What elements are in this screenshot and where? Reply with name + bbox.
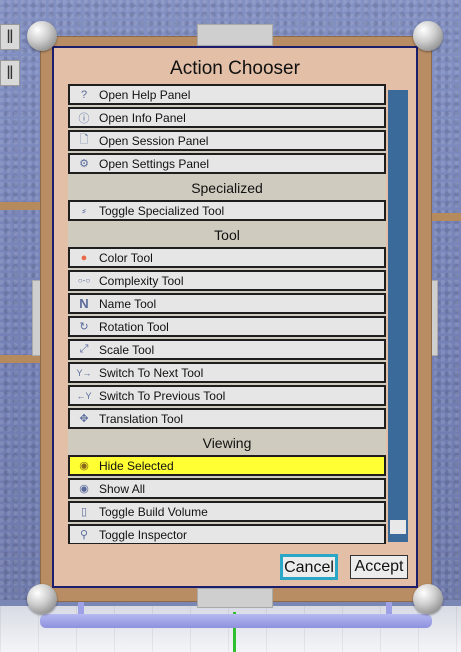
list-item-label: Toggle Inspector [99, 527, 188, 542]
list-item[interactable]: 🗋 Open Session Panel [68, 130, 386, 151]
corner-knob-top-left [27, 21, 57, 51]
section-header-specialized: Specialized [191, 180, 263, 196]
list-item[interactable]: ⸗ Toggle Specialized Tool [68, 200, 386, 221]
list-item-label: Switch To Next Tool [99, 365, 204, 380]
help-icon: ? [80, 88, 88, 101]
pause-icon-secondary[interactable]: ‖ [0, 60, 20, 86]
complexity-icon: ○-○ [77, 276, 91, 285]
translation-icon: ✥ [79, 413, 89, 425]
eye-icon: ◉ [79, 483, 89, 495]
corner-knob-top-right [413, 21, 443, 51]
list-item-label: Toggle Specialized Tool [99, 203, 225, 218]
frame-bottom-tab [197, 588, 273, 608]
list-item[interactable]: ◉ Show All [68, 478, 386, 499]
list-item-label: Toggle Build Volume [99, 504, 208, 519]
stand-bar [40, 614, 432, 628]
info-icon: ⓘ [78, 112, 90, 125]
section-header-viewing: Viewing [202, 435, 252, 451]
list-item-label: Translation Tool [99, 411, 184, 426]
list-item[interactable]: ↻ Rotation Tool [68, 316, 386, 337]
section-header-tool: Tool [214, 227, 240, 243]
list-item[interactable]: ○-○ Complexity Tool [68, 270, 386, 291]
hide-eye-icon: ◉ [79, 460, 89, 472]
list-item[interactable]: ⚲ Toggle Inspector [68, 524, 386, 544]
scrollbar-thumb[interactable] [390, 520, 406, 534]
specialized-tool-icon: ⸗ [82, 204, 86, 217]
name-n-icon: N [79, 296, 89, 311]
accept-button[interactable]: Accept [350, 555, 408, 579]
list-item[interactable]: ⓘ Open Info Panel [68, 107, 386, 128]
rotation-icon: ↻ [79, 321, 89, 333]
build-volume-icon: ▯ [80, 506, 88, 518]
action-chooser-panel: Action Chooser ? Open Help Panel ⓘ Open … [52, 46, 418, 588]
scale-icon: ⤢ [79, 343, 89, 355]
list-item-label: Complexity Tool [99, 273, 184, 288]
list-item-selected[interactable]: ◉ Hide Selected [68, 455, 386, 476]
shelf-left [0, 202, 44, 210]
list-item-label: Show All [99, 481, 146, 496]
dialog-title: Action Chooser [170, 58, 300, 79]
list-item-label: Hide Selected [99, 458, 174, 473]
frame-top-tab [197, 24, 273, 46]
list-scrollbar[interactable] [388, 90, 408, 542]
magnifier-icon: ⚲ [79, 529, 89, 541]
cancel-button[interactable]: Cancel [280, 554, 338, 580]
corner-knob-bottom-left [27, 584, 57, 614]
corner-knob-bottom-right [413, 584, 443, 614]
list-item-label: Open Info Panel [99, 110, 186, 125]
list-item[interactable]: ● Color Tool [68, 247, 386, 268]
list-item-label: Rotation Tool [99, 319, 169, 334]
list-item[interactable]: ▯ Toggle Build Volume [68, 501, 386, 522]
list-item-label: Scale Tool [99, 342, 155, 357]
list-item[interactable]: ? Open Help Panel [68, 84, 386, 105]
list-item-label: Open Session Panel [99, 133, 209, 148]
list-item[interactable]: Y→ Switch To Next Tool [68, 362, 386, 383]
list-item[interactable]: ✥ Translation Tool [68, 408, 386, 429]
list-item-label: Switch To Previous Tool [99, 388, 226, 403]
action-list: ? Open Help Panel ⓘ Open Info Panel 🗋 Op… [68, 84, 386, 544]
list-item-label: Name Tool [99, 296, 157, 311]
list-item-label: Open Settings Panel [99, 156, 210, 171]
pause-icon[interactable]: ‖ [0, 24, 20, 50]
document-icon: 🗋 [79, 134, 89, 146]
previous-tool-icon: ←Y [76, 390, 92, 401]
color-wheel-icon: ● [80, 251, 88, 264]
list-item[interactable]: N Name Tool [68, 293, 386, 314]
list-item-label: Open Help Panel [99, 87, 191, 102]
list-item-label: Color Tool [99, 250, 153, 265]
next-tool-icon: Y→ [76, 367, 92, 378]
list-item[interactable]: ←Y Switch To Previous Tool [68, 385, 386, 406]
list-item[interactable]: ⤢ Scale Tool [68, 339, 386, 360]
shelf-left-lower [0, 355, 44, 363]
gear-icon: ⚙ [79, 158, 89, 170]
list-item[interactable]: ⚙ Open Settings Panel [68, 153, 386, 174]
